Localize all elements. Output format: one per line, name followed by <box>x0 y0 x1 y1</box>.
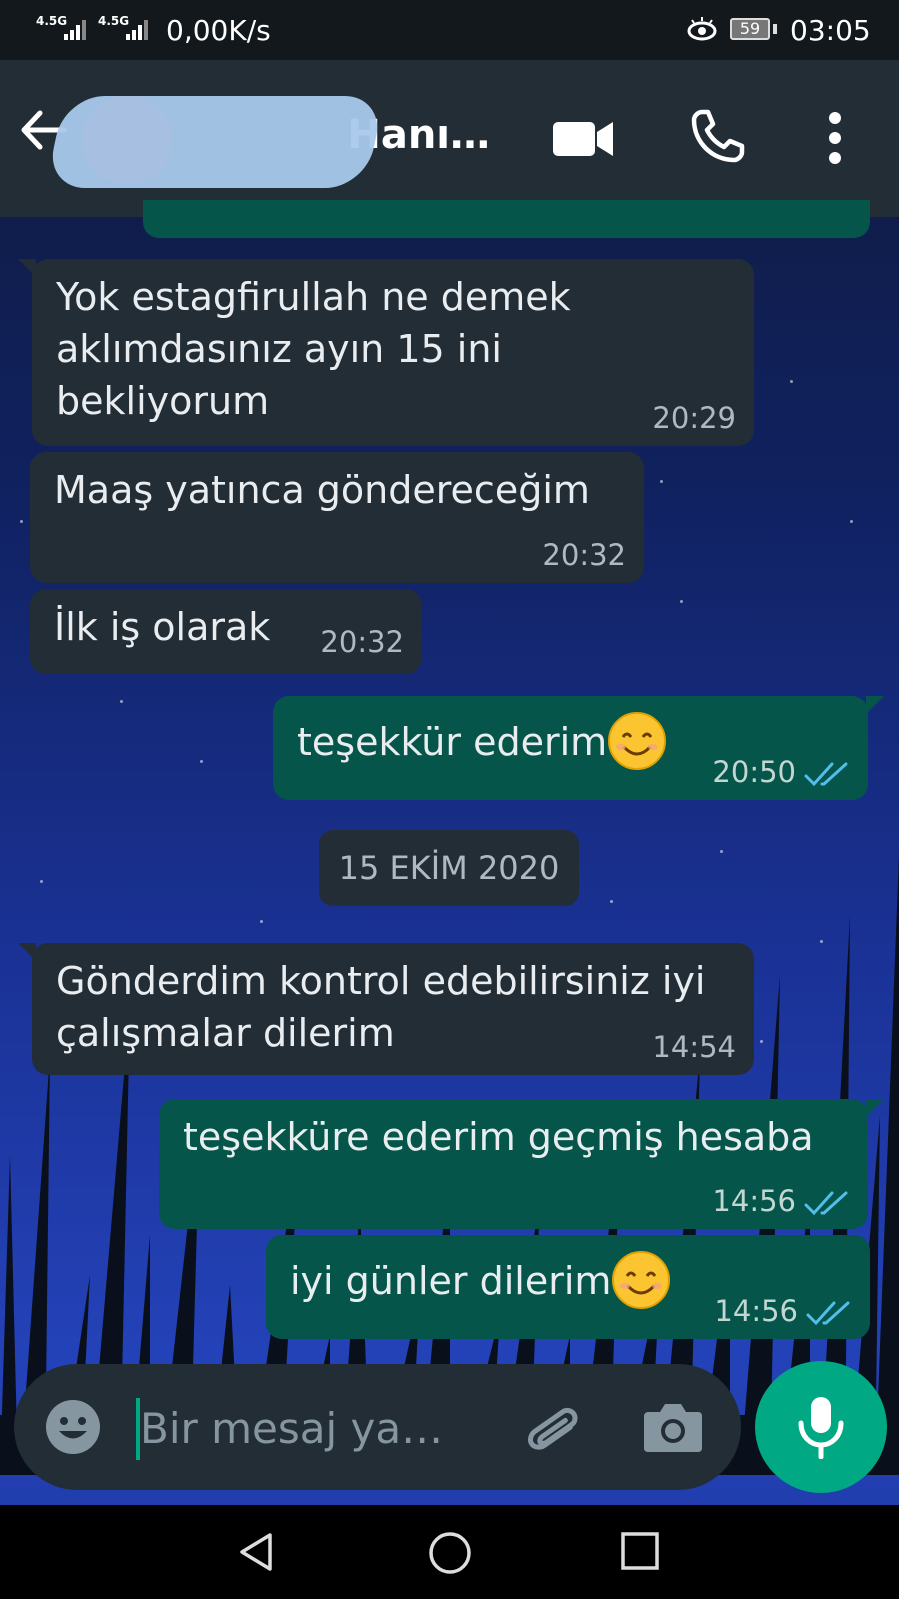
outgoing-message[interactable]: teşekküre ederim geçmiş hesaba 14:56 <box>159 1099 884 1229</box>
clock: 03:05 <box>790 14 871 47</box>
message-time-text: 14:56 <box>712 1184 796 1218</box>
signal-strength-icon <box>64 20 86 40</box>
incoming-message[interactable]: Gönderdim kontrol edebilirsiniz iyi çalı… <box>18 943 754 1075</box>
network-speed: 0,00K/s <box>166 14 271 47</box>
message-text: Maaş yatınca göndereceğim <box>54 468 590 512</box>
redaction-scribble <box>45 96 385 188</box>
chat-header: Hanı… <box>0 60 899 217</box>
incoming-message[interactable]: Maaş yatınca göndereceğim 20:32 <box>30 452 644 583</box>
camera-icon[interactable] <box>642 1398 704 1456</box>
message-time: 20:50 <box>712 752 850 792</box>
outgoing-message[interactable]: iyi günler dilerim 14:56 <box>266 1235 870 1339</box>
smiling-face-icon <box>608 711 667 770</box>
message-text: teşekküre ederim geçmiş hesaba <box>183 1115 814 1159</box>
battery-tip <box>773 24 777 34</box>
message-time: 14:56 <box>714 1291 852 1331</box>
message-time: 20:29 <box>652 401 736 435</box>
message-text: Gönderdim kontrol edebilirsiniz iyi çalı… <box>56 959 706 1055</box>
video-call-icon[interactable] <box>551 116 615 162</box>
battery-icon: 59 <box>730 18 770 40</box>
chat-screen: 4.5G 4.5G 0,00K/s 59 03:05 Hanı… Yok est… <box>0 0 899 1599</box>
voice-record-button[interactable] <box>755 1361 887 1493</box>
paperclip-icon[interactable] <box>516 1392 586 1462</box>
nav-home-icon[interactable] <box>428 1531 472 1575</box>
double-check-read-icon <box>806 1301 850 1326</box>
emoji-icon[interactable] <box>44 1398 102 1456</box>
eye-comfort-icon <box>687 17 717 41</box>
microphone-icon <box>798 1397 844 1459</box>
message-time: 20:32 <box>542 538 626 572</box>
battery-level: 59 <box>739 19 761 38</box>
message-text: Yok estagfirullah ne demek aklımdasınız … <box>56 275 571 423</box>
message-input[interactable] <box>138 1394 502 1462</box>
message-time: 14:54 <box>652 1030 736 1064</box>
bubble-tail <box>866 696 884 714</box>
nav-back-icon[interactable] <box>236 1531 276 1573</box>
bubble-tail <box>18 259 36 277</box>
more-vert-icon[interactable] <box>820 110 850 166</box>
system-navigation-bar <box>0 1505 899 1599</box>
date-divider: 15 EKİM 2020 <box>319 830 579 906</box>
phone-icon[interactable] <box>690 108 746 164</box>
message-time-text: 20:50 <box>712 755 796 789</box>
message-composer <box>14 1364 741 1490</box>
double-check-read-icon <box>804 1191 848 1216</box>
incoming-message[interactable]: Yok estagfirullah ne demek aklımdasınız … <box>18 259 754 446</box>
smiling-face-icon <box>612 1250 671 1309</box>
double-check-read-icon <box>804 762 848 787</box>
message-time-text: 14:56 <box>714 1294 798 1328</box>
outgoing-message[interactable]: teşekkür ederim 20:50 <box>273 696 884 800</box>
message-time: 20:32 <box>320 625 404 659</box>
signal-strength-icon <box>126 20 148 40</box>
incoming-message[interactable]: İlk iş olarak 20:32 <box>30 589 422 674</box>
nav-recents-icon[interactable] <box>620 1531 660 1571</box>
status-bar: 4.5G 4.5G 0,00K/s 59 03:05 <box>0 0 899 60</box>
partial-message-bubble <box>143 200 870 238</box>
bubble-tail <box>18 943 36 961</box>
message-time: 14:56 <box>712 1181 850 1221</box>
message-text: teşekkür ederim <box>297 720 608 764</box>
message-text: iyi günler dilerim <box>290 1259 612 1303</box>
bubble-tail <box>866 1099 884 1117</box>
